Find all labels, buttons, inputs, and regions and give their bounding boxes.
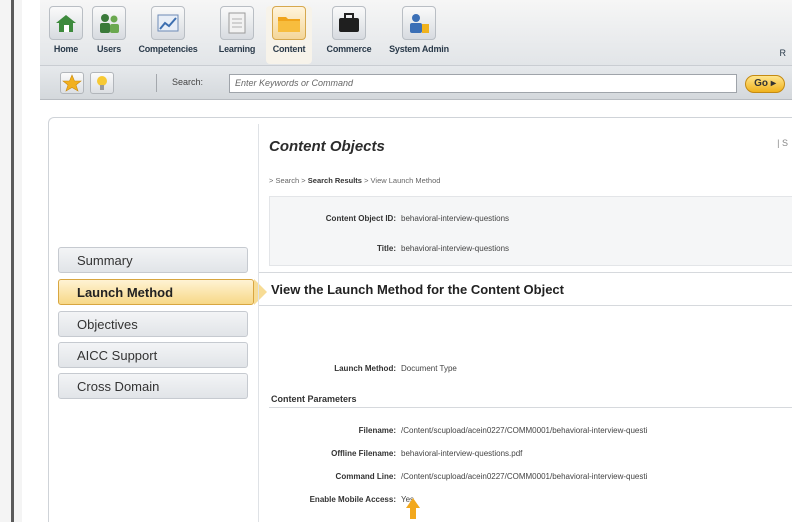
nav-system-admin-label: System Admin [389, 44, 449, 54]
object-id-label: Content Object ID: [325, 214, 396, 223]
competencies-icon [151, 6, 185, 40]
filename-value: /Content/scupload/acein0227/COMM0001/beh… [401, 426, 648, 435]
tab-aicc-support[interactable]: AICC Support [58, 342, 248, 368]
nav-users[interactable]: Users [90, 6, 128, 64]
nav-learning[interactable]: Learning [214, 6, 260, 64]
briefcase-icon [332, 6, 366, 40]
nav-overflow-label: R [779, 48, 787, 58]
title-label: Title: [377, 244, 396, 253]
offline-filename-label: Offline Filename: [331, 449, 396, 458]
pointer-arrow-stem [410, 507, 416, 519]
left-edge-bar [0, 0, 22, 522]
object-info-box: Content Object ID: behavioral-interview-… [269, 196, 792, 266]
system-admin-icon [402, 6, 436, 40]
breadcrumb-current: > View Launch Method [361, 176, 441, 185]
tab-cross-domain[interactable]: Cross Domain [58, 373, 248, 399]
page-title: Content Objects [269, 138, 385, 155]
nav-competencies-label: Competencies [138, 44, 198, 54]
toolbar-divider [156, 74, 157, 92]
nav-commerce[interactable]: Commerce [320, 6, 378, 64]
nav-system-admin[interactable]: System Admin [388, 6, 450, 64]
home-icon [49, 6, 83, 40]
section-title: View the Launch Method for the Content O… [259, 272, 792, 306]
lightbulb-icon [97, 76, 107, 90]
learning-icon [220, 6, 254, 40]
offline-filename-value: behavioral-interview-questions.pdf [401, 449, 523, 458]
breadcrumb: > Search > Search Results > View Launch … [269, 176, 440, 185]
title-value: behavioral-interview-questions [401, 244, 510, 253]
search-input[interactable]: Enter Keywords or Command [229, 74, 737, 93]
tips-button[interactable] [90, 72, 114, 94]
mobile-access-label: Enable Mobile Access: [309, 495, 396, 504]
command-line-value: /Content/scupload/acein0227/COMM0001/beh… [401, 472, 648, 481]
content-parameters-heading: Content Parameters [271, 394, 357, 404]
content-parameters-divider [269, 407, 792, 408]
nav-home-label: Home [53, 44, 79, 54]
star-icon [62, 74, 82, 92]
search-toolbar: Search: Enter Keywords or Command Go ▸ [40, 66, 792, 100]
search-label: Search: [172, 77, 204, 87]
nav-content[interactable]: Content [266, 6, 312, 64]
breadcrumb-search[interactable]: > Search > [269, 176, 308, 185]
nav-learning-label: Learning [218, 44, 256, 54]
nav-commerce-label: Commerce [326, 44, 372, 54]
title-right-link[interactable]: | S [777, 138, 788, 148]
go-button[interactable]: Go ▸ [745, 75, 785, 93]
command-line-label: Command Line: [335, 472, 396, 481]
nav-home[interactable]: Home [48, 6, 84, 64]
nav-users-label: Users [96, 44, 122, 54]
folder-icon [272, 6, 306, 40]
object-id-value: behavioral-interview-questions [401, 214, 510, 223]
nav-competencies[interactable]: Competencies [132, 6, 204, 64]
users-icon [92, 6, 126, 40]
filename-label: Filename: [358, 426, 396, 435]
launch-method-label: Launch Method: [334, 364, 396, 373]
tab-objectives[interactable]: Objectives [58, 311, 248, 337]
nav-content-label: Content [272, 44, 306, 54]
breadcrumb-search-results[interactable]: Search Results [308, 176, 362, 185]
main-content: Content Objects | S > Search > Search Re… [258, 124, 792, 522]
launch-method-value: Document Type [401, 364, 457, 373]
tab-summary[interactable]: Summary [58, 247, 248, 273]
favorites-button[interactable] [60, 72, 84, 94]
left-edge-line [11, 0, 14, 522]
tab-launch-method[interactable]: Launch Method [58, 279, 267, 305]
top-navigation: Home Users Competencies Learning Content… [40, 0, 792, 66]
